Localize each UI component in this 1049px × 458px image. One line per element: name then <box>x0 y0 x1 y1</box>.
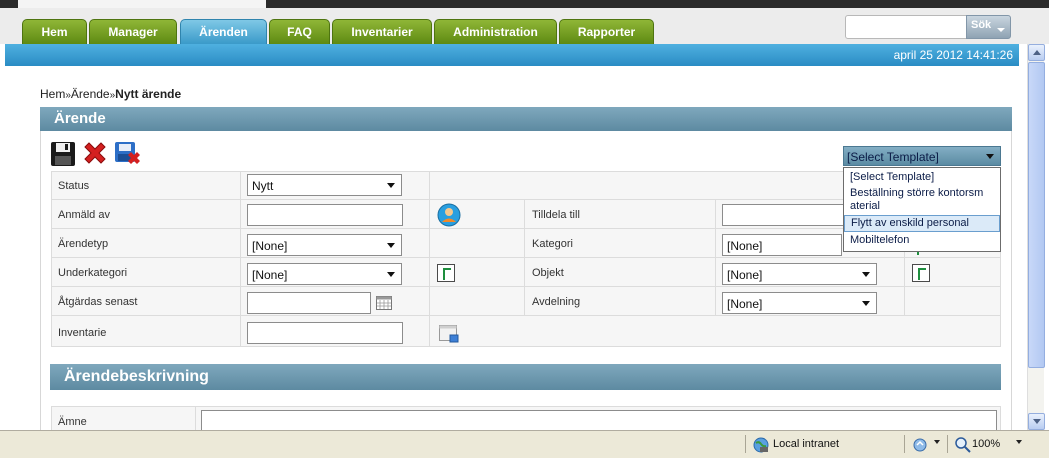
inventarie-input[interactable] <box>247 322 403 344</box>
tab-hem[interactable]: Hem <box>22 19 87 44</box>
status-divider <box>947 435 948 453</box>
breadcrumb-parent[interactable]: Ärende <box>71 87 110 101</box>
scroll-down-button[interactable] <box>1028 413 1045 430</box>
status-select[interactable]: Nytt <box>247 174 402 196</box>
add-underkategori-icon[interactable] <box>437 264 455 282</box>
chevron-down-icon <box>387 272 395 277</box>
template-option[interactable]: [Select Template] <box>844 168 1000 184</box>
underkategori-select[interactable]: [None] <box>247 263 402 285</box>
tab-rapporter[interactable]: Rapporter <box>559 19 654 44</box>
chevron-down-icon <box>387 183 395 188</box>
close-icon[interactable] <box>114 141 140 167</box>
chevron-down-icon <box>387 243 395 248</box>
kategori-label: Kategori <box>532 238 573 250</box>
template-select-value: [Select Template] <box>847 150 939 164</box>
template-option-highlighted[interactable]: Flytt av enskild personal <box>844 215 1000 232</box>
chevron-down-icon[interactable] <box>1016 440 1022 444</box>
save-icon[interactable] <box>50 141 76 167</box>
form-cell <box>429 228 525 258</box>
tilldela-till-label: Tilldela till <box>532 209 580 221</box>
chevron-down-icon <box>862 301 870 306</box>
status-divider <box>904 435 905 453</box>
template-option[interactable]: Beställning större kontorsm aterial <box>844 184 996 213</box>
arendetyp-label: Ärendetyp <box>58 238 109 250</box>
calendar-icon[interactable] <box>376 296 392 310</box>
search-button[interactable]: Sök <box>966 15 1011 39</box>
tab-inventarier[interactable]: Inventarier <box>332 19 432 44</box>
template-select[interactable]: [Select Template] <box>843 146 1001 166</box>
security-zone: Local intranet <box>773 438 840 450</box>
underkategori-label: Underkategori <box>58 267 128 279</box>
kategori-select[interactable]: [None] <box>722 234 842 256</box>
anmald-av-label: Anmäld av <box>58 209 110 221</box>
anmald-av-input[interactable] <box>247 204 403 226</box>
breadcrumb: Hem»Ärende»Nytt ärende <box>40 87 181 101</box>
arendetyp-select-value: [None] <box>252 239 288 253</box>
search-input[interactable] <box>845 15 967 39</box>
vertical-scrollbar[interactable] <box>1027 44 1045 430</box>
inventarie-label: Inventarie <box>58 327 107 339</box>
kategori-select-value: [None] <box>727 239 763 253</box>
current-datetime: april 25 2012 14:41:26 <box>893 48 1013 62</box>
tab-administration[interactable]: Administration <box>434 19 557 44</box>
zoom-icon[interactable] <box>955 437 971 453</box>
atgardas-senast-label: Åtgärdas senast <box>58 296 138 308</box>
template-option[interactable]: Mobiltelefon <box>844 232 1000 247</box>
status-select-value: Nytt <box>252 179 274 193</box>
status-divider <box>745 435 746 453</box>
tilldela-till-input[interactable] <box>722 204 847 226</box>
inventory-lookup-icon[interactable] <box>439 325 459 343</box>
section-title: Ärendebeskrivning <box>50 364 1001 390</box>
tab-arenden[interactable]: Ärenden <box>180 19 267 44</box>
protected-mode-icon[interactable] <box>912 437 928 453</box>
panel-title: Ärende <box>40 107 1012 131</box>
arendetyp-select[interactable]: [None] <box>247 234 402 256</box>
zoom-level[interactable]: 100% <box>972 438 1000 450</box>
objekt-select-value: [None] <box>727 268 763 282</box>
tab-faq[interactable]: FAQ <box>269 19 330 44</box>
form-cell <box>904 286 1001 316</box>
delete-icon[interactable] <box>82 141 108 167</box>
form-cell <box>429 315 1001 347</box>
tab-manager[interactable]: Manager <box>89 19 177 44</box>
template-options-list: [Select Template] Beställning större kon… <box>843 167 1001 252</box>
atgardas-senast-input[interactable] <box>247 292 371 314</box>
user-lookup-icon[interactable] <box>437 203 461 227</box>
avdelning-label: Avdelning <box>532 296 581 308</box>
amne-label: Ämne <box>58 416 87 428</box>
add-objekt-icon[interactable] <box>912 264 930 282</box>
objekt-label: Objekt <box>532 267 564 279</box>
browser-status-bar: Local intranet 100% <box>0 430 1049 458</box>
chevron-down-icon[interactable] <box>934 440 940 444</box>
browser-tab <box>18 0 266 8</box>
status-label: Status <box>58 180 90 192</box>
avdelning-select[interactable]: [None] <box>722 292 877 314</box>
breadcrumb-home[interactable]: Hem <box>40 87 65 101</box>
chevron-down-icon <box>862 272 870 277</box>
underkategori-select-value: [None] <box>252 268 288 282</box>
objekt-select[interactable]: [None] <box>722 263 877 285</box>
date-bar: april 25 2012 14:41:26 <box>5 44 1019 66</box>
main-navigation: Hem Manager Ärenden FAQ Inventarier Admi… <box>0 8 1049 44</box>
form-cell <box>429 286 525 316</box>
chevron-down-icon <box>997 28 1005 32</box>
globe-icon <box>753 437 769 453</box>
avdelning-select-value: [None] <box>727 297 763 311</box>
scroll-up-button[interactable] <box>1028 44 1045 61</box>
chevron-down-icon <box>986 154 994 159</box>
search-button-label: Sök <box>971 19 992 31</box>
browser-top-strip <box>0 0 1049 8</box>
breadcrumb-current: Nytt ärende <box>115 87 182 101</box>
scroll-thumb[interactable] <box>1028 62 1045 368</box>
